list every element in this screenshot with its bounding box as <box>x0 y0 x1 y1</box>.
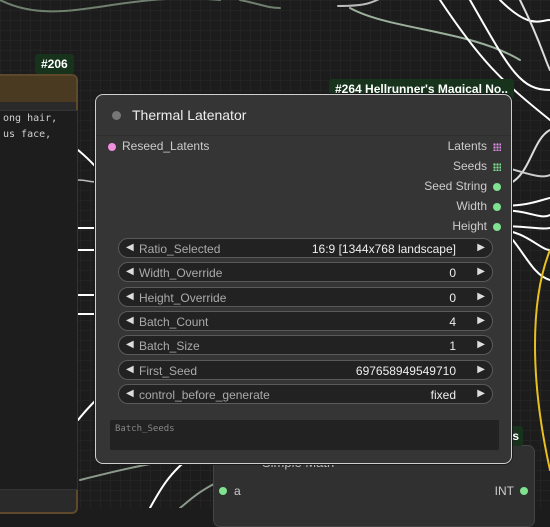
input-reseed-latents[interactable]: Reseed_Latents <box>108 139 209 153</box>
grid-icon <box>493 142 501 151</box>
widget-value: 0 <box>449 291 456 305</box>
widget-width-override[interactable]: ◀ Width_Override 0 ▶ <box>118 262 493 282</box>
widget-control-before-generate[interactable]: ◀ control_before_generate fixed ▶ <box>118 384 493 404</box>
node-206[interactable]: ong hair, us face, <box>0 74 78 514</box>
output-label: Width <box>456 199 487 213</box>
decrement-arrow-icon[interactable]: ◀ <box>126 291 134 302</box>
collapse-toggle-icon[interactable] <box>112 111 121 120</box>
decrement-arrow-icon[interactable]: ◀ <box>126 364 134 375</box>
output-label: Height <box>452 219 487 233</box>
widget-batch-count[interactable]: ◀ Batch_Count 4 ▶ <box>118 311 493 331</box>
widget-label: Width_Override <box>139 266 223 280</box>
node-title: Thermal Latenator <box>132 107 247 123</box>
widget-batch-size[interactable]: ◀ Batch_Size 1 ▶ <box>118 335 493 355</box>
increment-arrow-icon[interactable]: ▶ <box>477 291 485 302</box>
increment-arrow-icon[interactable]: ▶ <box>477 388 485 399</box>
decrement-arrow-icon[interactable]: ◀ <box>126 242 134 253</box>
increment-arrow-icon[interactable]: ▶ <box>477 364 485 375</box>
batch-seeds-textarea[interactable]: Batch_Seeds <box>110 420 499 450</box>
thermal-latenator-node[interactable]: Thermal Latenator Reseed_Latents Latents… <box>95 94 512 464</box>
input-label: Reseed_Latents <box>122 139 210 153</box>
dot-icon <box>493 182 501 191</box>
output-width[interactable]: Width <box>456 199 501 213</box>
output-seed-string[interactable]: Seed String <box>424 179 501 193</box>
decrement-arrow-icon[interactable]: ◀ <box>126 266 134 277</box>
node-header[interactable]: Thermal Latenator <box>96 95 511 136</box>
output-height[interactable]: Height <box>452 219 501 233</box>
increment-arrow-icon[interactable]: ▶ <box>477 315 485 326</box>
widget-label: Batch_Count <box>139 315 209 329</box>
widget-height-override[interactable]: ◀ Height_Override 0 ▶ <box>118 287 493 307</box>
output-seeds[interactable]: Seeds <box>453 159 501 173</box>
widget-value: 1 <box>449 339 456 353</box>
widget-value: 697658949549710 <box>355 364 456 378</box>
dot-icon <box>493 222 501 231</box>
prompt-line: us face, <box>3 129 52 140</box>
widget-ratio-selected[interactable]: ◀ Ratio_Selected 16:9 [1344x768 landscap… <box>118 238 493 258</box>
output-int-label: INT <box>494 484 514 498</box>
widget-label: First_Seed <box>139 364 198 378</box>
widget-value: 0 <box>449 266 456 280</box>
widget-value: 16:9 [1344x768 landscape] <box>311 242 456 256</box>
widget-label: control_before_generate <box>139 388 270 402</box>
node-206-header[interactable] <box>0 76 76 102</box>
node-206-badge: #206 <box>35 54 74 74</box>
input-dot-icon <box>108 142 116 151</box>
input-a-label: a <box>234 484 241 498</box>
output-label: Latents <box>447 139 487 153</box>
prompt-line: ong hair, <box>3 113 58 124</box>
widget-value: 4 <box>449 315 456 329</box>
widget-value: fixed <box>430 388 456 402</box>
increment-arrow-icon[interactable]: ▶ <box>477 266 485 277</box>
output-latents[interactable]: Latents <box>448 139 501 153</box>
input-a-dot[interactable] <box>219 487 227 495</box>
decrement-arrow-icon[interactable]: ◀ <box>126 339 134 350</box>
grid-icon <box>493 162 501 171</box>
decrement-arrow-icon[interactable]: ◀ <box>126 388 134 399</box>
node-206-prompt-text[interactable]: ong hair, us face, <box>0 110 78 490</box>
output-int-dot[interactable] <box>520 487 528 495</box>
widget-label: Height_Override <box>139 291 227 305</box>
output-label: Seeds <box>452 159 487 173</box>
output-label: Seed String <box>424 179 487 193</box>
widget-first-seed[interactable]: ◀ First_Seed 697658949549710 ▶ <box>118 360 493 380</box>
decrement-arrow-icon[interactable]: ◀ <box>126 315 134 326</box>
widget-label: Ratio_Selected <box>139 242 221 256</box>
dot-icon <box>493 202 501 211</box>
increment-arrow-icon[interactable]: ▶ <box>477 339 485 350</box>
widget-label: Batch_Size <box>139 339 200 353</box>
increment-arrow-icon[interactable]: ▶ <box>477 242 485 253</box>
